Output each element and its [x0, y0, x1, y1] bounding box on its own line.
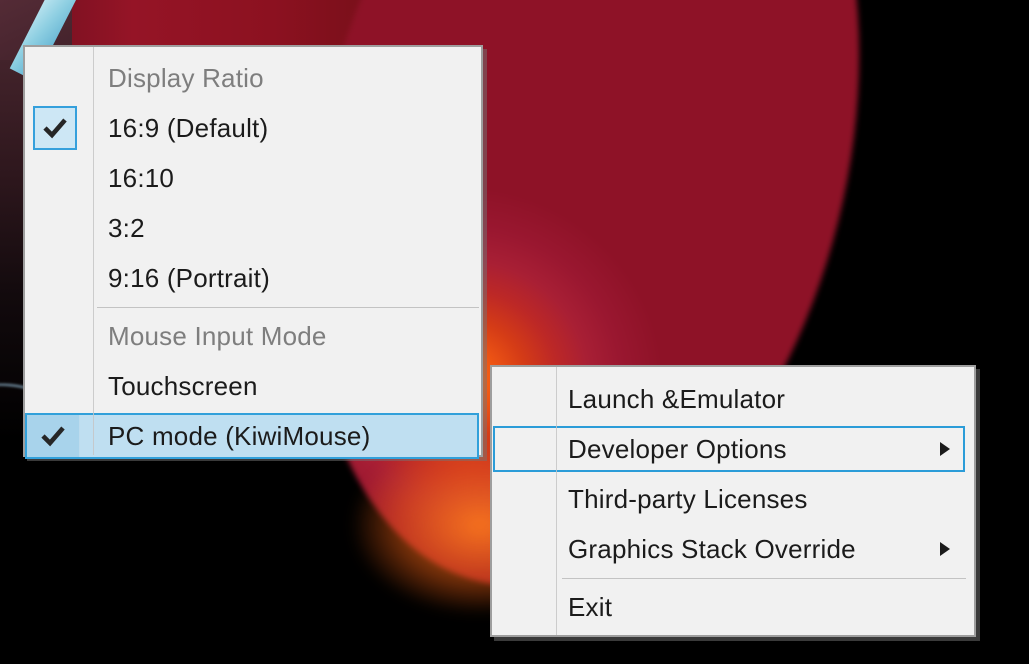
menu-item-developer-options[interactable]: Developer Options: [492, 424, 974, 474]
display-submenu: Display Ratio 16:9 (Default) 16:10 3:2 9…: [23, 45, 483, 457]
menu-item-label: Launch &Emulator: [568, 384, 785, 415]
checked-box: [33, 106, 77, 150]
menu-item-label: 3:2: [108, 213, 145, 244]
menu-separator: [492, 574, 974, 582]
menu-item-label: Developer Options: [568, 434, 787, 465]
menu-item-third-party-licenses[interactable]: Third-party Licenses: [492, 474, 974, 524]
section-header-label: Mouse Input Mode: [108, 321, 327, 352]
chevron-right-icon: [940, 442, 950, 456]
menu-item-label: 16:10: [108, 163, 174, 194]
menu-item-graphics-stack-override[interactable]: Graphics Stack Override: [492, 524, 974, 574]
submenu-gutter-line: [93, 47, 94, 455]
checked-box: [27, 415, 80, 457]
menu-item-label: Graphics Stack Override: [568, 534, 856, 565]
menu-item-launch-emulator[interactable]: Launch &Emulator: [492, 374, 974, 424]
menu-item-label: 9:16 (Portrait): [108, 263, 270, 294]
menu-item-exit[interactable]: Exit: [492, 582, 974, 632]
menu-item-label: PC mode (KiwiMouse): [108, 421, 370, 452]
check-icon: [40, 425, 66, 447]
menu-gutter-line: [556, 367, 557, 635]
menu-item-label: 16:9 (Default): [108, 113, 268, 144]
menu-item-label: Exit: [568, 592, 612, 623]
tray-context-menu: Launch &Emulator Developer Options Third…: [490, 365, 976, 637]
menu-item-label: Third-party Licenses: [568, 484, 808, 515]
chevron-right-icon: [940, 542, 950, 556]
section-header-label: Display Ratio: [108, 63, 264, 94]
menu-item-label: Touchscreen: [108, 371, 258, 402]
check-icon: [42, 117, 68, 139]
